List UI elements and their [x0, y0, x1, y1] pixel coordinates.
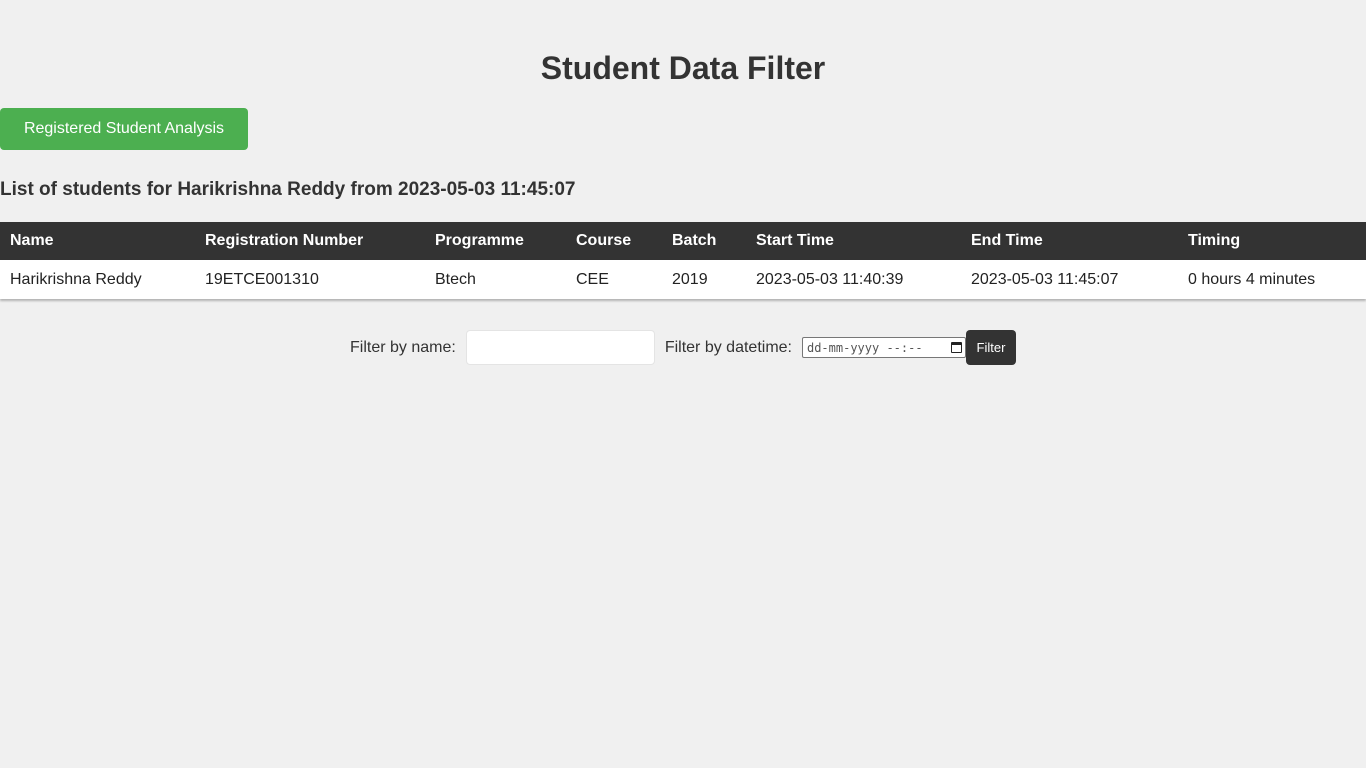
cell-end-time: 2023-05-03 11:45:07 — [961, 260, 1178, 299]
students-table: Name Registration Number Programme Cours… — [0, 222, 1366, 299]
filter-datetime-label: Filter by datetime: — [664, 338, 792, 356]
column-header-registration-number: Registration Number — [195, 222, 425, 260]
cell-programme: Btech — [425, 260, 566, 299]
list-heading: List of students for Harikrishna Reddy f… — [0, 179, 576, 200]
column-header-batch: Batch — [662, 222, 746, 260]
datetime-placeholder: dd-mm-yyyy --:-- — [806, 340, 923, 355]
filter-name-label: Filter by name: — [350, 338, 456, 356]
filter-name-input[interactable] — [465, 330, 655, 365]
cell-course: CEE — [566, 260, 662, 299]
cell-timing: 0 hours 4 minutes — [1178, 260, 1366, 299]
table-header-row: Name Registration Number Programme Cours… — [0, 222, 1366, 260]
column-header-course: Course — [566, 222, 662, 260]
page-title: Student Data Filter — [540, 50, 826, 86]
cell-name: Harikrishna Reddy — [0, 260, 195, 299]
cell-start-time: 2023-05-03 11:40:39 — [746, 260, 961, 299]
column-header-start-time: Start Time — [746, 222, 961, 260]
column-header-timing: Timing — [1178, 222, 1366, 260]
column-header-name: Name — [0, 222, 195, 260]
calendar-icon[interactable] — [950, 342, 962, 353]
column-header-programme: Programme — [425, 222, 566, 260]
filter-button[interactable]: Filter — [965, 330, 1016, 365]
cell-batch: 2019 — [662, 260, 746, 299]
table-row: Harikrishna Reddy 19ETCE001310 Btech CEE… — [0, 260, 1366, 299]
column-header-end-time: End Time — [961, 222, 1178, 260]
registered-student-analysis-button[interactable]: Registered Student Analysis — [0, 108, 248, 150]
cell-registration-number: 19ETCE001310 — [195, 260, 425, 299]
filter-datetime-input[interactable]: dd-mm-yyyy --:-- — [801, 337, 966, 358]
filter-bar: Filter by name: Filter by datetime: dd-m… — [0, 330, 1366, 365]
